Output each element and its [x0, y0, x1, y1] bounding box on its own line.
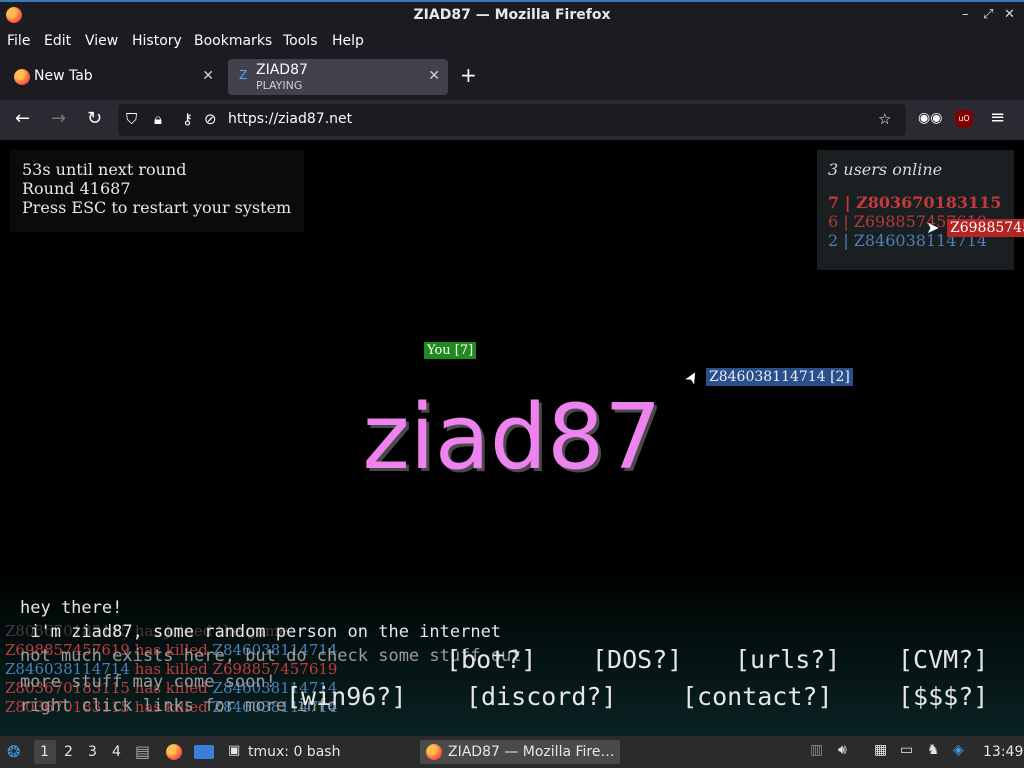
taskbar: ❂ 1 2 3 4 ▤ ▣ tmux: 0 bash ZIAD87 — Mozi… [0, 736, 1024, 768]
tab-audio-status: PLAYING [256, 79, 303, 92]
menu-edit[interactable]: Edit [44, 33, 71, 49]
menu-history[interactable]: History [132, 33, 182, 49]
task-tmux[interactable]: ▣ tmux: 0 bash [222, 740, 394, 764]
notes-icon[interactable]: ▦ [874, 742, 887, 758]
address-bar[interactable]: ⛉ 🔒︎ ⚷ ⊘ https://ziad87.net ☆ [118, 104, 906, 136]
tab-strip: New Tab ✕ Z ZIAD87 PLAYING ✕ + [0, 55, 1024, 100]
workspace-3[interactable]: 3 [88, 744, 97, 760]
permissions-icon[interactable]: ⚷ [182, 110, 193, 128]
desktop-icon[interactable] [194, 745, 214, 759]
back-arrow-icon[interactable]: ← [15, 108, 30, 129]
window-titlebar: ZIAD87 — Mozilla Firefox – ⤢ ✕ [0, 0, 1024, 30]
network-icon[interactable]: ▭ [900, 742, 913, 758]
start-menu-icon[interactable]: ❂ [7, 742, 20, 761]
firefox-icon [426, 744, 442, 760]
menu-bar: File Edit View History Bookmarks Tools H… [0, 30, 1024, 55]
menu-help[interactable]: Help [332, 33, 364, 49]
tracking-blocked-icon[interactable]: ⊘ [204, 110, 217, 128]
intro-line: i'm ziad87, some random person on the in… [20, 622, 502, 642]
file-manager-icon[interactable]: ▤ [135, 742, 150, 761]
clock: 13:49 [983, 744, 1024, 760]
new-tab-button[interactable]: + [460, 63, 477, 87]
countdown-text: 53s until next round [22, 160, 187, 179]
tab-ziad87[interactable]: Z ZIAD87 PLAYING ✕ [228, 59, 448, 95]
user-status-icon[interactable]: ♞ [927, 742, 940, 758]
ublock-icon[interactable]: uO [955, 110, 973, 128]
users-online-panel: 3 users online 7 | Z803670183115 6 | Z69… [817, 150, 1014, 270]
user-entry: 7 | Z803670183115 [828, 193, 1002, 212]
hamburger-menu-icon[interactable]: ≡ [990, 107, 1005, 128]
restart-hint: Press ESC to restart your system [22, 198, 292, 217]
intro-line: more stuff may come soon! [20, 672, 276, 692]
favicon-icon: Z [239, 68, 248, 82]
link-bot[interactable]: [bot?] [446, 645, 536, 674]
volume-icon[interactable]: 🔊︎ [838, 742, 847, 758]
page-content: 53s until next round Round 41687 Press E… [0, 140, 1024, 736]
clipboard-icon[interactable]: ▥ [810, 742, 823, 758]
private-mask-icon[interactable]: ◉◉ [918, 110, 942, 126]
terminal-icon: ▣ [228, 743, 241, 758]
link-donate[interactable]: [$$$?] [898, 682, 988, 711]
menu-view[interactable]: View [85, 33, 118, 49]
round-number: Round 41687 [22, 179, 131, 198]
link-contact[interactable]: [contact?] [682, 682, 833, 711]
workspace-2[interactable]: 2 [64, 744, 73, 760]
minimize-button[interactable]: – [962, 7, 969, 22]
link-discord[interactable]: [discord?] [466, 682, 617, 711]
tab-title: ZIAD87 [256, 62, 308, 78]
tab-new-tab[interactable]: New Tab ✕ [4, 59, 222, 95]
window-title: ZIAD87 — Mozilla Firefox [413, 7, 611, 23]
shield-icon[interactable]: ⛉ [126, 110, 137, 128]
you-tag: You [7] [424, 342, 477, 359]
task-label: ZIAD87 — Mozilla Fire… [448, 744, 615, 760]
bookmark-star-icon[interactable]: ☆ [878, 110, 891, 128]
link-win96[interactable]: [win96?] [286, 682, 406, 711]
updates-icon[interactable]: ◈ [953, 742, 964, 758]
link-dos[interactable]: [DOS?] [592, 645, 682, 674]
link-cvm[interactable]: [CVM?] [898, 645, 988, 674]
restore-button[interactable]: ⤢ [983, 7, 993, 22]
task-label: tmux: 0 bash [248, 744, 341, 760]
url-text[interactable]: https://ziad87.net [228, 111, 352, 127]
reload-icon[interactable]: ↻ [87, 108, 102, 129]
player-tag: Z846038114714 [2] [706, 368, 853, 386]
hover-player-tag: Z69885745 [947, 219, 1024, 237]
workspace-4[interactable]: 4 [112, 744, 121, 760]
users-online-heading: 3 users online [828, 160, 943, 179]
link-urls[interactable]: [urls?] [735, 645, 840, 674]
navigation-toolbar: ← → ↻ ⛉ 🔒︎ ⚷ ⊘ https://ziad87.net ☆ ◉◉ ≡ [0, 100, 1024, 140]
round-info-panel: 53s until next round Round 41687 Press E… [10, 150, 304, 232]
menu-file[interactable]: File [7, 33, 30, 49]
close-icon[interactable]: ✕ [428, 68, 440, 84]
close-icon[interactable]: ✕ [202, 68, 214, 84]
mouse-cursor-icon: ➤ [926, 218, 940, 237]
site-logo: ziad87 [362, 385, 662, 490]
menu-bookmarks[interactable]: Bookmarks [194, 33, 272, 49]
tab-title: New Tab [34, 68, 93, 84]
workspace-1[interactable]: 1 [40, 744, 49, 760]
task-firefox[interactable]: ZIAD87 — Mozilla Fire… [420, 740, 620, 764]
close-button[interactable]: ✕ [1004, 7, 1015, 22]
firefox-launcher-icon[interactable] [166, 744, 182, 760]
firefox-icon [14, 69, 30, 85]
lock-icon[interactable]: 🔒︎ [154, 110, 162, 128]
forward-arrow-icon[interactable]: → [51, 108, 66, 129]
menu-tools[interactable]: Tools [283, 33, 318, 49]
greeting-text: hey there! [20, 598, 123, 618]
